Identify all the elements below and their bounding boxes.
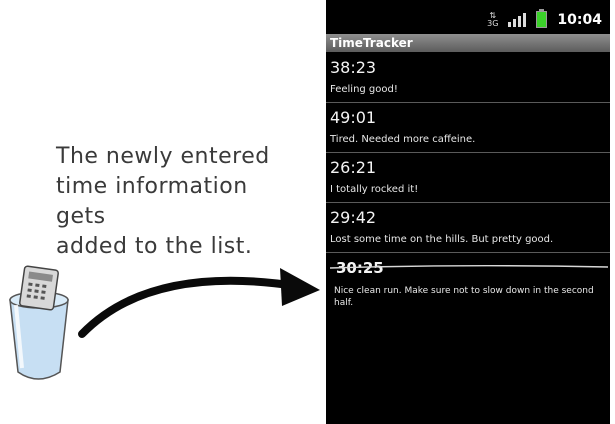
battery-icon [536, 9, 548, 28]
list-item[interactable]: 49:01 Tired. Needed more caffeine. [326, 103, 610, 153]
cup-icon [9, 265, 69, 380]
list-item[interactable]: 38:23 Feeling good! [326, 53, 610, 103]
status-clock: 10:04 [557, 11, 602, 28]
entry-time: 26:21 [330, 158, 377, 177]
list-item-new[interactable]: 30:25 Nice clean run. Make sure not to s… [326, 253, 610, 317]
time-entry-list[interactable]: 38:23 Feeling good! 49:01 Tired. Needed … [326, 53, 610, 317]
signal-icon [508, 12, 527, 27]
list-item[interactable]: 26:21 I totally rocked it! [326, 153, 610, 203]
status-icons: ⇅ 3G 10:04 [487, 9, 602, 28]
entry-note: I totally rocked it! [330, 184, 419, 195]
network-label: 3G [487, 18, 499, 28]
new-entry-underline [329, 265, 609, 269]
app-title-bar: TimeTracker [326, 34, 610, 52]
entry-time: 49:01 [330, 108, 377, 127]
entry-note: Lost some time on the hills. But pretty … [330, 234, 554, 245]
entry-time: 29:42 [330, 208, 377, 227]
entry-note: Feeling good! [330, 84, 398, 95]
entry-note: Nice clean run. Make sure not to slow do… [334, 286, 594, 308]
status-bar: ⇅ 3G 10:04 [326, 8, 610, 34]
entry-note: Tired. Needed more caffeine. [330, 134, 476, 145]
entry-time: 38:23 [330, 58, 377, 77]
network-3g-icon: ⇅ 3G [487, 10, 499, 28]
doodle-illustration [9, 265, 320, 380]
phone-screen: ⇅ 3G 10:04 TimeTracker 38:23 Feeling goo… [326, 0, 610, 424]
arrow-icon [78, 268, 320, 338]
list-item[interactable]: 29:42 Lost some time on the hills. But p… [326, 203, 610, 253]
